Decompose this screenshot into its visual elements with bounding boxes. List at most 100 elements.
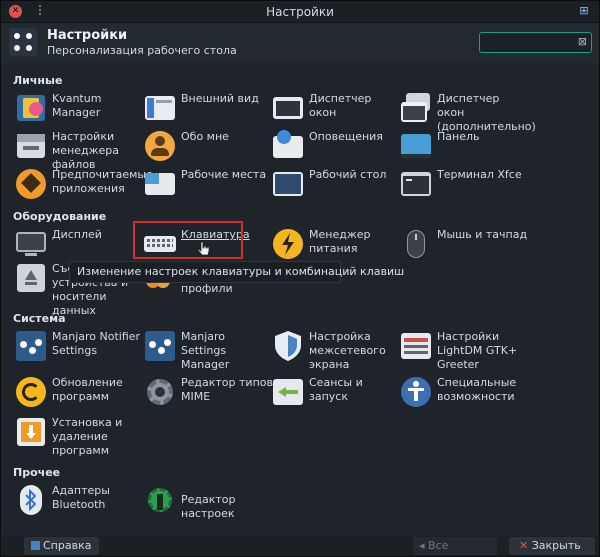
accessibility-icon [400, 376, 432, 408]
item-kvantum-manager[interactable]: Kvantum Manager [15, 92, 143, 132]
power-manager-icon [272, 228, 304, 260]
item-label: Дисплей [52, 228, 102, 241]
item-label: Рабочие места [181, 168, 267, 181]
workspaces-icon [144, 168, 176, 200]
mouse-icon [400, 228, 432, 260]
search-input[interactable]: ⊠ [479, 32, 592, 53]
item-accessibility[interactable]: Специальные возможности [400, 376, 528, 416]
item-sessions-startup[interactable]: Сеансы и запуск [272, 376, 400, 416]
bluetooth-icon [15, 484, 47, 516]
item-window-manager-tweaks[interactable]: Диспетчер окон (дополнительно) [400, 92, 536, 133]
item-label: Диспетчер окон [309, 92, 372, 119]
item-label: профили [181, 282, 233, 295]
section-personal: Личные [13, 74, 63, 87]
about-me-icon [144, 130, 176, 162]
item-label: Терминал Xfce [437, 168, 522, 181]
desktop-icon [272, 168, 304, 200]
item-label: Установка и удаление программ [52, 416, 123, 457]
file-manager-icon [15, 130, 47, 162]
item-label: Настройка межсетевого экрана [309, 330, 386, 371]
item-label: Manjaro Notifier Settings [52, 330, 141, 357]
lightdm-icon [400, 330, 432, 362]
window-manager-icon [272, 92, 304, 124]
page-subtitle: Персонализация рабочего стола [47, 44, 237, 57]
item-label: Внешний вид [181, 92, 259, 105]
section-system: Система [13, 312, 66, 325]
close-icon: ✕ [519, 539, 532, 552]
settings-editor-icon [144, 484, 176, 516]
item-add-remove-software[interactable]: Установка и удаление программ [15, 416, 143, 457]
window-title: Настройки [266, 5, 334, 19]
item-label: Оповещения [309, 130, 383, 143]
item-about-me[interactable]: Обо мне [144, 130, 272, 170]
item-label: Диспетчер окон (дополнительно) [437, 92, 536, 133]
item-notifications[interactable]: Оповещения [272, 130, 400, 170]
notifications-icon [272, 130, 304, 162]
firewall-icon [272, 330, 304, 362]
header: Настройки Персонализация рабочего стола … [1, 24, 599, 62]
item-appearance[interactable]: Внешний вид [144, 92, 272, 132]
item-label: Обновление программ [52, 376, 123, 403]
item-firewall[interactable]: Настройка межсетевого экрана [272, 330, 400, 371]
keyboard-tooltip: Изменение настроек клавиатуры и комбинац… [69, 261, 404, 283]
item-bluetooth-adapters[interactable]: Адаптеры Bluetooth [15, 484, 143, 524]
display-icon [15, 228, 47, 260]
appearance-icon [144, 92, 176, 124]
item-label: Редактор настроек [181, 493, 236, 520]
item-mime-editor[interactable]: Редактор типов MIME [144, 376, 273, 416]
item-label: Менеджер питания [309, 228, 371, 255]
all-settings-button[interactable]: ◂ Все настройки [413, 537, 497, 555]
terminal-icon [400, 168, 432, 200]
help-button[interactable]: Справка [24, 537, 99, 555]
item-label: Мышь и тачпад [437, 228, 528, 241]
clear-search-icon[interactable]: ⊠ [578, 35, 587, 48]
item-lightdm-greeter[interactable]: Настройки LightDM GTK+ Greeter [400, 330, 528, 371]
item-file-manager-settings[interactable]: Настройки менеджера файлов [15, 130, 143, 171]
manjaro-settings-icon [144, 330, 176, 362]
item-xfce-terminal[interactable]: Терминал Xfce [400, 168, 528, 208]
software-update-icon [15, 376, 47, 408]
item-panel[interactable]: Панель [400, 130, 528, 170]
removable-drives-icon [15, 262, 47, 294]
item-label: Рабочий стол [309, 168, 387, 181]
section-other: Прочее [13, 466, 61, 479]
close-button[interactable]: ✕ Закрыть [509, 537, 595, 555]
title-bar: ✕ ⋮ Настройки ⊞ [1, 1, 599, 23]
item-label: Специальные возможности [437, 376, 517, 403]
help-icon [31, 541, 40, 550]
item-manjaro-settings[interactable]: Manjaro Settings Manager [144, 330, 272, 371]
manjaro-notifier-icon [15, 330, 47, 362]
section-hardware: Оборудование [13, 210, 107, 223]
window-manager-tweaks-icon [400, 92, 432, 124]
item-window-manager[interactable]: Диспетчер окон [272, 92, 400, 132]
mime-editor-icon [144, 376, 176, 408]
item-workspaces[interactable]: Рабочие места [144, 168, 272, 208]
item-desktop[interactable]: Рабочий стол [272, 168, 400, 208]
item-software-update[interactable]: Обновление программ [15, 376, 143, 416]
item-label: Панель [437, 130, 480, 143]
preferred-apps-icon [15, 168, 47, 200]
item-label: Обо мне [181, 130, 229, 143]
settings-app-icon [9, 28, 37, 56]
settings-grid: Личные Kvantum Manager Внешний вид Диспе… [1, 64, 599, 534]
item-label: Сеансы и запуск [309, 376, 363, 403]
shade-window-icon[interactable]: ⊞ [577, 4, 591, 18]
item-mouse-touchpad[interactable]: Мышь и тачпад [400, 228, 528, 268]
item-label: Kvantum Manager [52, 92, 102, 119]
sessions-icon [272, 376, 304, 408]
item-settings-editor[interactable]: Редактор настроек [144, 484, 272, 524]
add-remove-software-icon [15, 416, 47, 448]
item-label: Настройки LightDM GTK+ Greeter [437, 330, 518, 371]
settings-window: ✕ ⋮ Настройки ⊞ Настройки Персонализация… [0, 0, 600, 557]
panel-icon [400, 130, 432, 162]
item-preferred-applications[interactable]: Предпочитаемые приложения [15, 168, 153, 208]
item-label: Редактор типов MIME [181, 376, 273, 403]
keyboard-highlight-box [133, 221, 243, 259]
item-label: Настройки менеджера файлов [52, 130, 120, 171]
page-title: Настройки [47, 28, 128, 43]
item-label: Адаптеры Bluetooth [52, 484, 110, 511]
item-label: Manjaro Settings Manager [181, 330, 230, 371]
footer: Справка ◂ Все настройки ✕ Закрыть [1, 536, 599, 556]
all-settings-label: Все настройки [428, 539, 449, 552]
item-manjaro-notifier[interactable]: Manjaro Notifier Settings [15, 330, 143, 370]
